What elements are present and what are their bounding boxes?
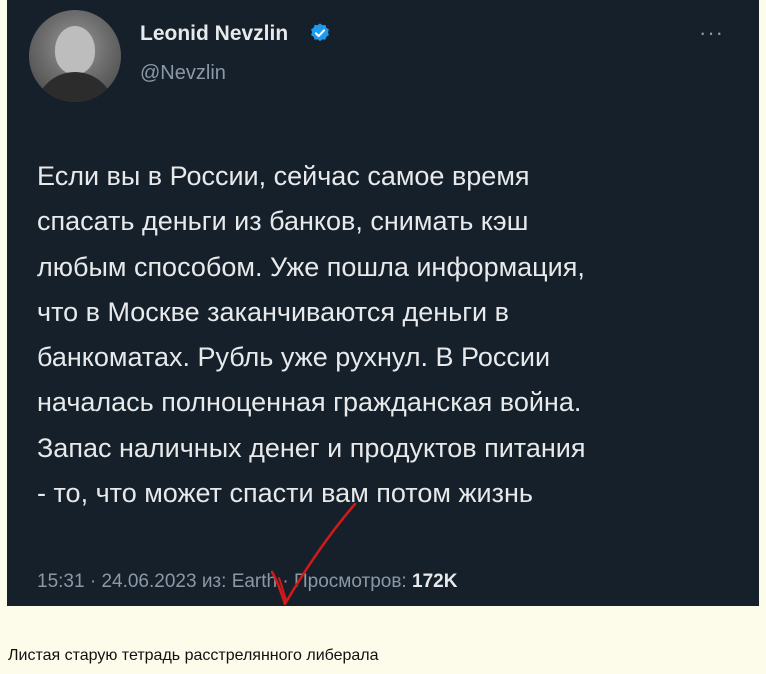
meta-separator: · [84,571,102,592]
author-handle[interactable]: @Nevzlin [140,62,226,85]
views-label: Просмотров: [294,571,412,592]
tweet-text-line: Запас наличных денег и продуктов питания [37,432,586,463]
tweet-text: Если вы в России, сейчас самое время спа… [37,154,747,516]
tweet-text-line: началась полноценная гражданская война. [37,387,582,418]
tweet-text-line: что в Москве заканчиваются деньги в [37,296,509,327]
tweet-text-line: банкоматах. Рубль уже рухнул. В России [37,342,551,373]
tweet-source: из: Earth [201,571,278,592]
tweet-time[interactable]: 15:31 [37,571,85,592]
avatar[interactable] [29,10,121,102]
image-caption: Листая старую тетрадь расстрелянного либ… [8,647,379,664]
avatar-head [55,26,95,74]
tweet-text-line: Если вы в России, сейчас самое время [37,161,530,191]
tweet-card: Leonid Nevzlin @Nevzlin ··· Если вы в Ро… [7,0,759,606]
more-options-icon[interactable]: ··· [699,20,724,46]
screenshot-page: Leonid Nevzlin @Nevzlin ··· Если вы в Ро… [0,0,766,674]
meta-separator: · [277,571,294,592]
tweet-text-line: - то, что может спасти вам потом жизнь [37,478,533,509]
tweet-text-line: любым способом. Уже пошла информация, [37,251,585,282]
tweet-meta: 15:31 · 24.06.2023 из: Earth · Просмотро… [37,571,457,593]
avatar-shoulders [35,72,115,102]
tweet-text-line: спасать деньги из банков, снимать кэш [37,206,529,237]
verified-badge-icon [311,23,329,42]
tweet-date[interactable]: 24.06.2023 [101,571,196,592]
views-count[interactable]: 172K [412,571,457,592]
author-name[interactable]: Leonid Nevzlin [140,22,288,46]
